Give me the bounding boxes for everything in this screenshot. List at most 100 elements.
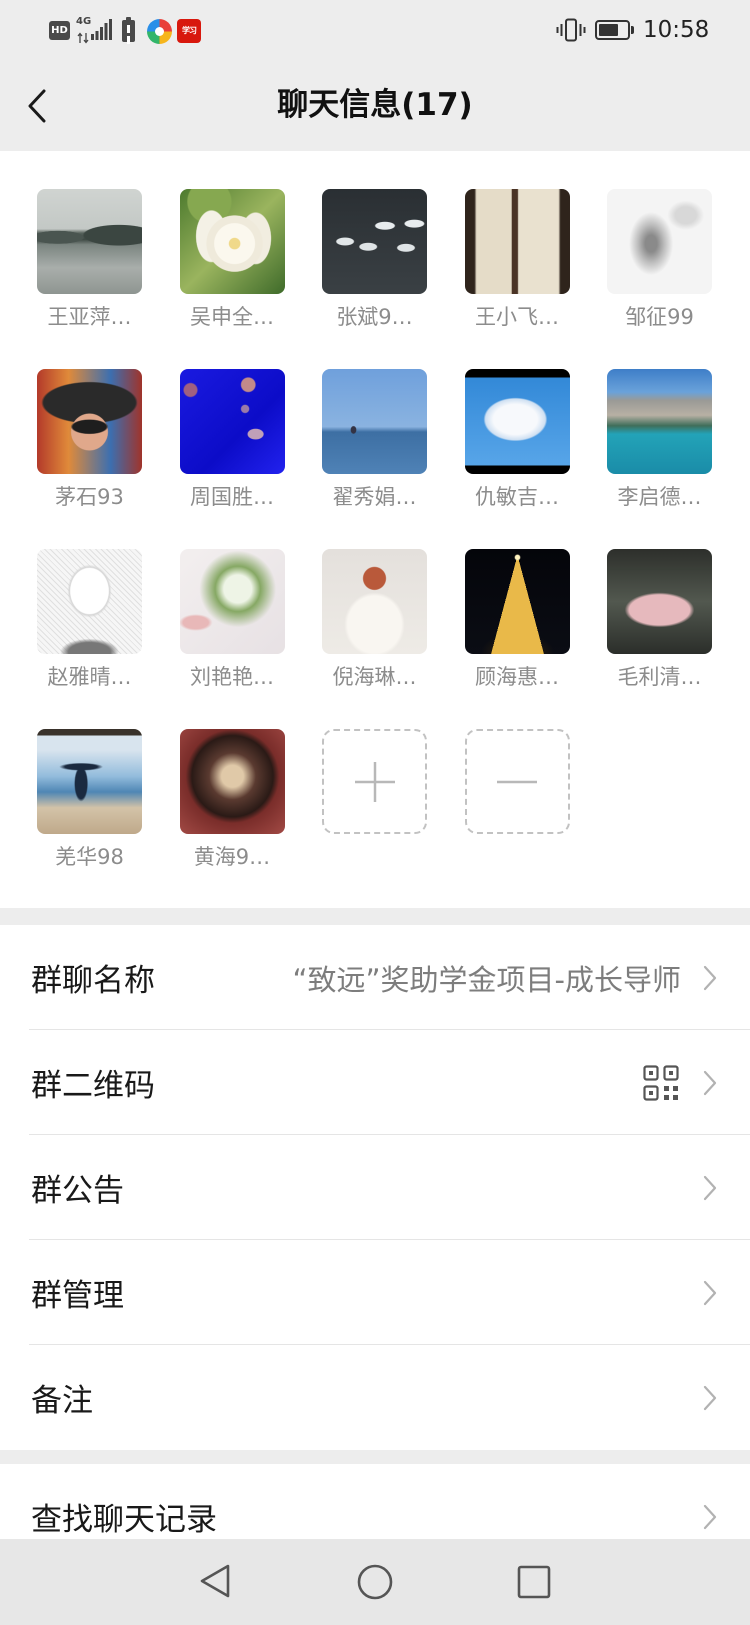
xuexi-app-icon: 学习 xyxy=(177,19,201,43)
page-title: 聊天信息(17) xyxy=(277,87,473,123)
network-type-label: 4G xyxy=(76,16,92,27)
member-name: 赵雅晴… xyxy=(47,665,132,689)
member-item[interactable]: 赵雅晴… xyxy=(37,549,142,729)
add-member-button[interactable] xyxy=(322,729,427,834)
member-avatar[interactable] xyxy=(37,549,142,654)
settings-list: 群聊名称 “致远”奖助学金项目-成长导师 群二维码 群公告 群管理 备注 xyxy=(0,925,750,1450)
member-avatar[interactable] xyxy=(464,369,570,474)
member-avatar[interactable] xyxy=(179,729,285,834)
remove-member-cell xyxy=(464,729,570,908)
member-avatar[interactable] xyxy=(322,549,427,654)
member-name: 黄海9… xyxy=(193,845,271,869)
member-name: 刘艳艳… xyxy=(190,665,274,689)
member-item[interactable]: 李启德… xyxy=(607,369,712,549)
row-label: 群二维码 xyxy=(31,1068,155,1104)
chevron-right-icon xyxy=(703,965,717,991)
remark-row[interactable]: 备注 xyxy=(0,1345,750,1450)
member-avatar[interactable] xyxy=(37,729,142,834)
row-label: 群管理 xyxy=(31,1278,124,1314)
member-item[interactable]: 刘艳艳… xyxy=(179,549,285,729)
member-avatar[interactable] xyxy=(179,369,285,474)
member-name: 茅石93 xyxy=(55,485,124,509)
group-announcement-row[interactable]: 群公告 xyxy=(0,1135,750,1240)
member-name: 张斌9… xyxy=(336,305,413,329)
member-avatar[interactable] xyxy=(607,369,712,474)
member-name: 顾海惠… xyxy=(475,665,559,689)
member-avatar[interactable] xyxy=(179,549,285,654)
triangle-back-icon[interactable] xyxy=(198,1563,232,1599)
member-item[interactable]: 翟秀娟… xyxy=(322,369,427,549)
add-member-cell xyxy=(322,729,427,908)
row-right xyxy=(703,1385,717,1411)
member-name: 王小飞… xyxy=(475,305,559,329)
member-name: 王亚萍… xyxy=(47,305,132,329)
row-label: 备注 xyxy=(31,1383,93,1419)
member-avatar[interactable] xyxy=(607,189,712,294)
member-avatar[interactable] xyxy=(607,549,712,654)
battery-alert-icon xyxy=(122,17,135,42)
status-bar: HD 4G 学习 10:58 xyxy=(0,0,750,60)
member-item[interactable]: 邹征99 xyxy=(607,189,712,369)
member-name: 仇敏吉… xyxy=(475,485,559,509)
chevron-left-icon xyxy=(27,89,47,123)
member-name: 羌华98 xyxy=(55,845,124,869)
chevron-right-icon xyxy=(703,1280,717,1306)
member-item[interactable]: 倪海琳… xyxy=(322,549,427,729)
vibrate-icon xyxy=(556,18,586,46)
chevron-right-icon xyxy=(703,1070,717,1096)
member-avatar[interactable] xyxy=(37,369,142,474)
member-item[interactable]: 王小飞… xyxy=(464,189,570,369)
member-name: 周国胜… xyxy=(190,485,274,509)
member-name: 吴申全… xyxy=(190,305,274,329)
member-item[interactable]: 毛利清… xyxy=(607,549,712,729)
group-management-row[interactable]: 群管理 xyxy=(0,1240,750,1345)
member-avatar[interactable] xyxy=(464,189,570,294)
member-avatar[interactable] xyxy=(322,369,427,474)
member-avatar[interactable] xyxy=(179,189,285,294)
member-item[interactable]: 茅石93 xyxy=(37,369,142,549)
square-recents-icon[interactable] xyxy=(517,1565,551,1599)
group-qr-code-row[interactable]: 群二维码 xyxy=(0,1030,750,1135)
member-item[interactable]: 王亚萍… xyxy=(37,189,142,369)
qr-code-icon xyxy=(643,1064,679,1101)
member-grid: 王亚萍… 吴申全… 张斌9… 王小飞… 邹征99 茅石93 周国胜… 翟秀娟… … xyxy=(37,189,712,908)
remove-member-button[interactable] xyxy=(464,729,570,834)
row-right xyxy=(703,1280,717,1306)
minus-icon xyxy=(495,760,539,804)
row-label: 群聊名称 xyxy=(31,963,155,999)
row-right xyxy=(643,1064,717,1101)
member-name: 毛利清… xyxy=(617,665,702,689)
member-name: 倪海琳… xyxy=(332,665,417,689)
member-item[interactable]: 黄海9… xyxy=(179,729,285,908)
member-name: 李启德… xyxy=(617,485,702,509)
header: 聊天信息(17) xyxy=(0,60,750,151)
member-avatar[interactable] xyxy=(37,189,142,294)
back-button[interactable] xyxy=(22,86,52,126)
chevron-right-icon xyxy=(703,1504,717,1530)
circle-home-icon[interactable] xyxy=(357,1564,393,1600)
pinwheel-app-icon xyxy=(147,19,172,44)
member-section: 王亚萍… 吴申全… 张斌9… 王小飞… 邹征99 茅石93 周国胜… 翟秀娟… … xyxy=(0,151,750,908)
hd-icon: HD xyxy=(49,21,70,40)
row-right: “致远”奖助学金项目-成长导师 xyxy=(292,957,717,999)
row-label: 查找聊天记录 xyxy=(31,1502,217,1538)
member-item[interactable]: 仇敏吉… xyxy=(464,369,570,549)
member-item[interactable]: 羌华98 xyxy=(37,729,142,908)
member-avatar[interactable] xyxy=(464,549,570,654)
clock-time: 10:58 xyxy=(643,17,710,43)
group-name-value: “致远”奖助学金项目-成长导师 xyxy=(292,962,681,997)
signal-strength-icon xyxy=(91,19,113,44)
member-item[interactable]: 吴申全… xyxy=(179,189,285,369)
member-item[interactable]: 周国胜… xyxy=(179,369,285,549)
battery-icon xyxy=(595,20,630,40)
battery-fill xyxy=(599,24,618,36)
chevron-right-icon xyxy=(703,1175,717,1201)
group-name-row[interactable]: 群聊名称 “致远”奖助学金项目-成长导师 xyxy=(0,925,750,1030)
plus-icon xyxy=(353,760,397,804)
member-item[interactable]: 顾海惠… xyxy=(464,549,570,729)
member-name: 邹征99 xyxy=(625,305,694,329)
row-right xyxy=(703,1175,717,1201)
member-avatar[interactable] xyxy=(322,189,427,294)
member-item[interactable]: 张斌9… xyxy=(322,189,427,369)
battery-nub xyxy=(631,26,634,34)
